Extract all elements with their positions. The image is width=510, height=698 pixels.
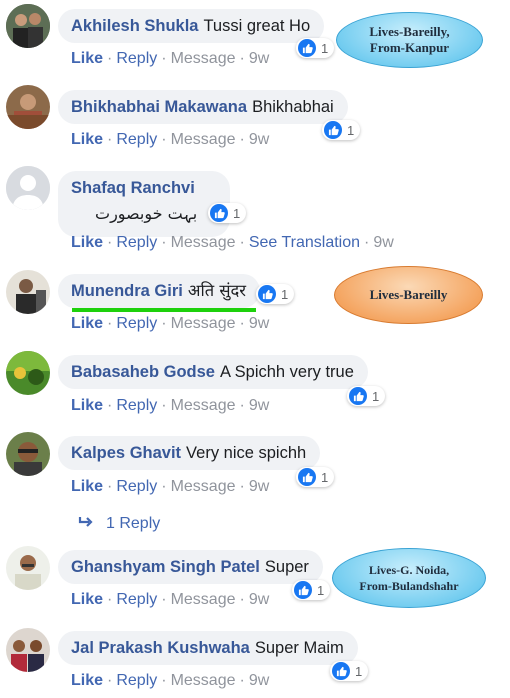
avatar[interactable] <box>6 85 50 129</box>
comment-text: A Spichh very true <box>219 363 354 381</box>
message-link[interactable]: Message <box>171 478 236 495</box>
reply-arrow-icon <box>78 515 94 533</box>
reaction-count[interactable]: 1 <box>296 38 335 58</box>
like-link[interactable]: Like <box>71 478 103 495</box>
comment-text: بہت خوبصورت <box>95 204 198 223</box>
avatar[interactable] <box>6 4 50 48</box>
like-link[interactable]: Like <box>71 397 103 414</box>
timestamp[interactable]: 9w <box>249 478 269 495</box>
comment-text: Bhikhabhai <box>252 98 334 116</box>
comment-bubble: Bhikhabhai Makawana Bhikhabhai <box>58 90 348 124</box>
like-link[interactable]: Like <box>71 315 103 332</box>
commenter-name[interactable]: Babasaheb Godse <box>71 363 215 381</box>
commenter-name[interactable]: Akhilesh Shukla <box>71 17 198 35</box>
comment-actions: Like · Reply · Message · 9w <box>71 315 270 332</box>
highlight-underline <box>72 308 256 312</box>
see-translation-link[interactable]: See Translation <box>249 234 360 251</box>
reaction-count[interactable]: 1 <box>330 661 369 681</box>
commenter-name[interactable]: Shafaq Ranchvi <box>71 179 195 197</box>
commenter-name[interactable]: Bhikhabhai Makawana <box>71 98 247 116</box>
reaction-count[interactable]: 1 <box>322 120 361 140</box>
avatar[interactable] <box>6 432 50 476</box>
timestamp[interactable]: 9w <box>249 591 269 608</box>
message-link[interactable]: Message <box>171 672 236 689</box>
avatar[interactable] <box>6 546 50 590</box>
comment-text: Tussi great Ho <box>203 17 311 35</box>
message-link[interactable]: Message <box>171 315 236 332</box>
message-link[interactable]: Message <box>171 234 236 251</box>
reaction-count[interactable]: 1 <box>256 284 295 304</box>
message-link[interactable]: Message <box>171 131 236 148</box>
comment-text: Super <box>264 558 309 576</box>
comment-bubble: Munendra Giri अति सुंदर <box>58 274 261 308</box>
reaction-count[interactable]: 1 <box>296 467 335 487</box>
commenter-name[interactable]: Jal Prakash Kushwaha <box>71 639 250 657</box>
message-link[interactable]: Message <box>171 591 236 608</box>
reaction-count[interactable]: 1 <box>292 580 331 600</box>
comment-actions: Like · Reply · Message · 9w <box>71 478 270 495</box>
comment-bubble: Jal Prakash Kushwaha Super Maim <box>58 631 358 665</box>
thumbs-up-icon <box>258 285 276 303</box>
timestamp[interactable]: 9w <box>249 672 269 689</box>
reply-link[interactable]: Reply <box>116 397 157 414</box>
timestamp[interactable]: 9w <box>249 315 269 332</box>
message-link[interactable]: Message <box>171 50 236 67</box>
message-link[interactable]: Message <box>171 397 236 414</box>
reply-link[interactable]: Reply <box>116 591 157 608</box>
thumbs-up-icon <box>210 204 228 222</box>
location-callout: Lives-Bareilly <box>334 266 483 324</box>
timestamp[interactable]: 9w <box>373 234 393 251</box>
comment-actions: Like · Reply · Message · See Translation · 9w <box>71 234 394 251</box>
comment-actions: Like · Reply · Message · 9w <box>71 591 270 608</box>
reply-link[interactable]: Reply <box>116 478 157 495</box>
comment-actions: Like · Reply · Message · 9w <box>71 397 270 414</box>
comment-text: Very nice spichh <box>186 444 307 462</box>
thumbs-up-icon <box>324 121 342 139</box>
comment-bubble: Kalpes Ghavit Very nice spichh <box>58 436 321 470</box>
reply-link[interactable]: Reply <box>116 315 157 332</box>
view-replies-link[interactable]: 1 Reply <box>78 515 160 533</box>
timestamp[interactable]: 9w <box>249 397 269 414</box>
comment-actions: Like · Reply · Message · 9w <box>71 131 270 148</box>
reply-link[interactable]: Reply <box>116 50 157 67</box>
timestamp[interactable]: 9w <box>249 50 269 67</box>
comment-actions: Like · Reply · Message · 9w <box>71 50 270 67</box>
comment-bubble: Shafaq Ranchvi بہت خوبصورت <box>58 171 230 237</box>
like-link[interactable]: Like <box>71 672 103 689</box>
like-link[interactable]: Like <box>71 131 103 148</box>
commenter-name[interactable]: Kalpes Ghavit <box>71 444 181 462</box>
avatar[interactable] <box>6 351 50 395</box>
comment-text: Super Maim <box>254 639 344 657</box>
reply-link[interactable]: Reply <box>116 234 157 251</box>
location-callout: Lives-G. Noida, From-Bulandshahr <box>332 548 486 608</box>
reaction-count[interactable]: 1 <box>347 386 386 406</box>
timestamp[interactable]: 9w <box>249 131 269 148</box>
comment-bubble: Akhilesh Shukla Tussi great Ho <box>58 9 325 43</box>
reply-link[interactable]: Reply <box>116 672 157 689</box>
avatar[interactable] <box>6 270 50 314</box>
avatar[interactable] <box>6 628 50 672</box>
commenter-name[interactable]: Ghanshyam Singh Patel <box>71 558 260 576</box>
commenter-name[interactable]: Munendra Giri <box>71 282 183 300</box>
default-avatar-icon[interactable] <box>6 166 50 210</box>
like-link[interactable]: Like <box>71 591 103 608</box>
like-link[interactable]: Like <box>71 234 103 251</box>
reply-link[interactable]: Reply <box>116 131 157 148</box>
like-link[interactable]: Like <box>71 50 103 67</box>
comment-actions: Like · Reply · Message · 9w <box>71 672 270 689</box>
location-callout: Lives-Bareilly, From-Kanpur <box>336 12 483 68</box>
comment-bubble: Ghanshyam Singh Patel Super <box>58 550 323 584</box>
reaction-count[interactable]: 1 <box>208 203 247 223</box>
thumbs-up-icon <box>294 581 312 599</box>
thumbs-up-icon <box>349 387 367 405</box>
thumbs-up-icon <box>298 468 316 486</box>
comment-bubble: Babasaheb Godse A Spichh very true <box>58 355 368 389</box>
thumbs-up-icon <box>332 662 350 680</box>
thumbs-up-icon <box>298 39 316 57</box>
comment-text: अति सुंदर <box>187 281 247 300</box>
